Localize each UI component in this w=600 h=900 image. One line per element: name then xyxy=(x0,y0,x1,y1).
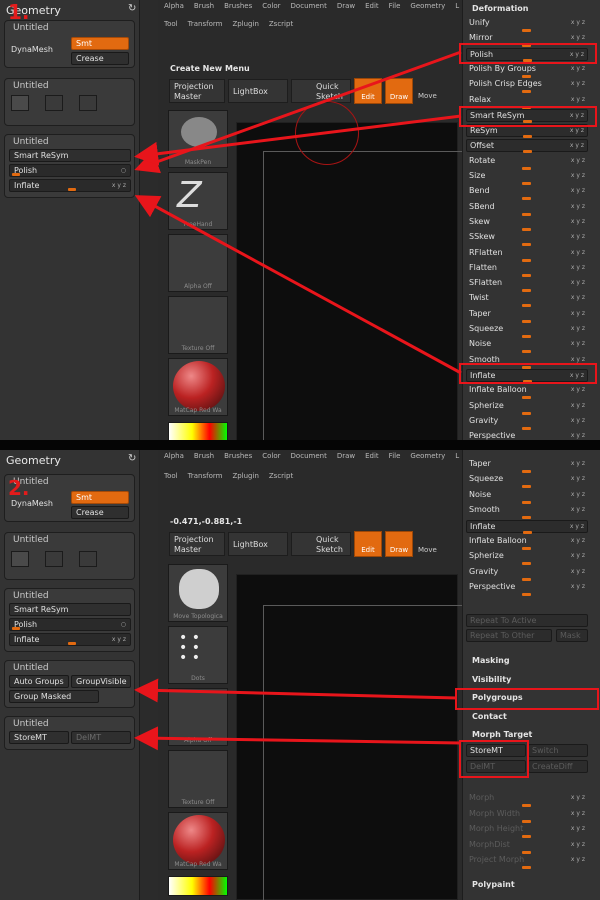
screenshot-step-2: Geometry ↻ Untitled DynaMesh Smt Crease … xyxy=(0,450,600,900)
arrow xyxy=(134,114,462,166)
panel-separator xyxy=(0,440,600,450)
arrow xyxy=(134,195,462,375)
screenshot-step-1: Geometry ↻ Untitled DynaMesh Smt Crease … xyxy=(0,0,600,450)
arrow xyxy=(134,726,462,751)
arrow xyxy=(134,678,458,703)
annotation-arrows xyxy=(134,678,462,751)
annotation-arrows xyxy=(134,50,462,375)
